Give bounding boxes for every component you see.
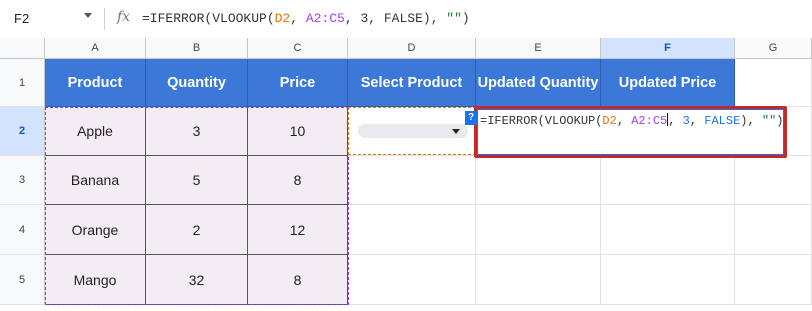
cell-g3[interactable] xyxy=(735,156,812,205)
fx-icon: fx xyxy=(117,9,131,25)
cell-f5[interactable] xyxy=(601,255,735,305)
formula-token: ), xyxy=(740,114,762,128)
column-header-d[interactable]: D xyxy=(348,38,476,59)
cell-f2-formula-text[interactable]: =IFERROR(VLOOKUP(D2, A2:C5, 3, FALSE), "… xyxy=(480,113,784,128)
cell-c3[interactable]: 8 xyxy=(248,156,348,205)
formula-token: , xyxy=(616,114,632,128)
chevron-down-icon[interactable] xyxy=(452,129,460,134)
cell-b3[interactable]: 5 xyxy=(146,156,248,205)
row-header-1[interactable]: 1 xyxy=(0,59,45,107)
cell-a4[interactable]: Orange xyxy=(45,205,146,255)
formula-input[interactable]: =IFERROR(VLOOKUP(D2, A2:C5, 3, FALSE), "… xyxy=(142,11,470,26)
cell-e5[interactable] xyxy=(476,255,601,305)
formula-token: , FALSE), xyxy=(368,11,447,26)
cell-c4[interactable]: 12 xyxy=(248,205,348,255)
column-header-g[interactable]: G xyxy=(735,38,812,59)
formula-token: "" xyxy=(446,11,462,26)
formula-help-icon[interactable]: ? xyxy=(465,111,477,125)
column-header-e[interactable]: E xyxy=(476,38,601,59)
cell-e3[interactable] xyxy=(476,156,601,205)
name-box-dropdown-icon[interactable] xyxy=(84,13,92,18)
cell-a2[interactable]: Apple xyxy=(45,107,146,156)
column-header-f[interactable]: F xyxy=(601,38,735,59)
cell-b5[interactable]: 32 xyxy=(146,255,248,305)
header-cell-a[interactable]: Product xyxy=(45,59,146,107)
column-header-b[interactable]: B xyxy=(146,38,248,59)
cell-b2[interactable]: 3 xyxy=(146,107,248,156)
cell-a3[interactable]: Banana xyxy=(45,156,146,205)
formula-token: A2:C5 xyxy=(631,114,668,128)
name-box[interactable]: F2 xyxy=(14,11,29,26)
cell-f4[interactable] xyxy=(601,205,735,255)
column-header-a[interactable]: A xyxy=(45,38,146,59)
column-header-c[interactable]: C xyxy=(248,38,348,59)
select-all-corner[interactable] xyxy=(0,38,45,59)
formula-token: , xyxy=(344,11,361,26)
formula-token: D2 xyxy=(602,114,617,128)
formula-token: , xyxy=(668,114,683,128)
formula-token: A2:C5 xyxy=(305,11,345,26)
row-header-3[interactable]: 3 xyxy=(0,156,45,205)
cell-c2[interactable]: 10 xyxy=(248,107,348,156)
cell-c5[interactable]: 8 xyxy=(248,255,348,305)
cell-e4[interactable] xyxy=(476,205,601,255)
formula-token: =IFERROR(VLOOKUP( xyxy=(480,114,603,128)
cell-g4[interactable] xyxy=(735,205,812,255)
row-header-4[interactable]: 4 xyxy=(0,205,45,255)
formula-token: , xyxy=(689,114,705,128)
header-cell-e[interactable]: Updated Quantity xyxy=(476,59,601,107)
cell-g5[interactable] xyxy=(735,255,812,305)
row-header-2[interactable]: 2 xyxy=(0,107,45,156)
formula-token: =IFERROR(VLOOKUP( xyxy=(142,11,275,26)
formula-bar: F2 fx =IFERROR(VLOOKUP(D2, A2:C5, 3, FAL… xyxy=(0,0,812,39)
cell-b4[interactable]: 2 xyxy=(146,205,248,255)
cell-g1[interactable] xyxy=(735,59,812,107)
cell-d5[interactable] xyxy=(348,255,476,305)
formula-token: , xyxy=(290,11,306,26)
formula-token: "" xyxy=(761,114,777,128)
cell-f3[interactable] xyxy=(601,156,735,205)
cell-d4[interactable] xyxy=(348,205,476,255)
formula-bar-divider xyxy=(104,8,105,30)
formula-token: D2 xyxy=(274,11,291,26)
formula-token: ) xyxy=(461,11,470,26)
row-header-5[interactable]: 5 xyxy=(0,255,45,305)
formula-token: FALSE xyxy=(704,114,741,128)
header-cell-b[interactable]: Quantity xyxy=(146,59,248,107)
header-cell-c[interactable]: Price xyxy=(248,59,348,107)
cell-d3[interactable] xyxy=(348,156,476,205)
header-cell-f[interactable]: Updated Price xyxy=(601,59,735,107)
formula-token: 3 xyxy=(682,114,690,128)
cell-a5[interactable]: Mango xyxy=(45,255,146,305)
header-cell-d[interactable]: Select Product xyxy=(348,59,476,107)
formula-token: ) xyxy=(776,114,784,128)
